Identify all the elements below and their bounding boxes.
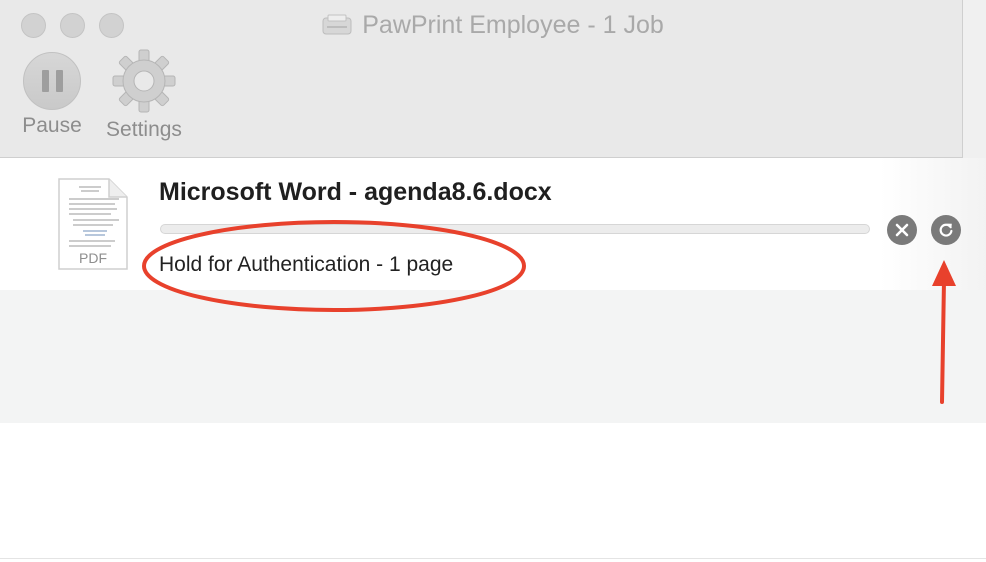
printer-icon — [322, 14, 352, 35]
close-icon — [895, 223, 909, 237]
list-empty-area — [0, 423, 986, 562]
pause-button[interactable]: Pause — [18, 52, 86, 138]
titlebar: PawPrint Employee - 1 Job Pause Settings — [0, 0, 986, 158]
job-title: Microsoft Word - agenda8.6.docx — [159, 178, 552, 206]
retry-button[interactable] — [931, 215, 961, 245]
refresh-icon — [939, 223, 953, 237]
settings-label: Settings — [106, 118, 182, 141]
file-type-label: PDF — [79, 250, 107, 266]
window-title-text: PawPrint Employee - 1 Job — [362, 10, 664, 39]
background-window-edge — [962, 0, 986, 182]
divider — [0, 558, 986, 559]
empty-row — [0, 290, 986, 423]
pause-label: Pause — [22, 114, 82, 137]
gear-icon — [112, 49, 176, 113]
job-progress-bar — [160, 224, 870, 234]
cancel-job-button[interactable] — [887, 215, 917, 245]
job-status: Hold for Authentication - 1 page — [159, 253, 454, 276]
window-title: PawPrint Employee - 1 Job — [0, 8, 986, 42]
app-window: PawPrint Employee - 1 Job Pause Settings… — [0, 0, 986, 562]
pause-icon — [23, 52, 81, 110]
settings-button[interactable]: Settings — [100, 49, 188, 142]
